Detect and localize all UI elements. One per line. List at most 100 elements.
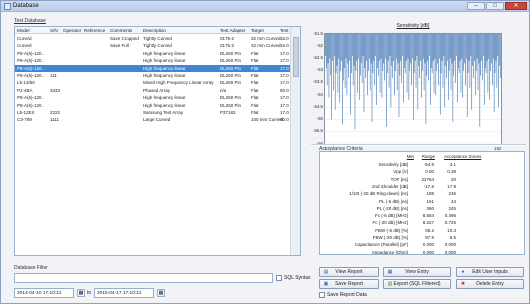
criteria-row: TOF [ns] 22764 20: [320, 176, 524, 183]
table-row[interactable]: P8-A(6)-120.. High frequency linear DL260 …: [15, 102, 291, 109]
criteria-row: Vpp [V] 0.00 0.38: [320, 168, 524, 175]
column-header[interactable]: Target: [251, 28, 264, 33]
date-from-field[interactable]: 2014-04-10 17:10:12: [14, 288, 74, 298]
sensitivity-bar: [377, 34, 379, 76]
sensitivity-bar: [470, 34, 472, 56]
table-cell: 2222: [50, 110, 61, 115]
save-icon: ▣: [323, 281, 329, 287]
table-row[interactable]: P8-A(6)-120.. High frequency linear DL260 …: [15, 57, 291, 64]
sensitivity-bar: [344, 34, 346, 88]
table-row[interactable]: C3-7IM 1111 Large Curved 100 mm Curved 60.0: [15, 116, 291, 123]
sensitivity-bar: [331, 34, 332, 120]
sensitivity-bar: [464, 34, 465, 64]
table-row[interactable]: P8-A(6)-120.. High frequency linear DL260 …: [15, 64, 291, 72]
sensitivity-bar: [390, 34, 392, 108]
criteria-min: 97.9: [425, 235, 434, 240]
export-sql-filtered-button[interactable]: ▥ Export (SQL Filtered): [383, 279, 451, 289]
edit-user-inputs-button[interactable]: ● Edit User Inputs: [456, 267, 524, 277]
column-header[interactable]: Reference: [84, 28, 105, 33]
table-row[interactable]: Curved Save Cropped Tightly Curved 0175-2 32…: [15, 35, 291, 42]
sensitivity-bar: [430, 34, 431, 105]
minimize-button[interactable]: –: [467, 2, 485, 10]
column-header[interactable]: Operator: [63, 28, 81, 33]
view-report-button[interactable]: ▤ View Report: [319, 267, 379, 277]
sql-syntax-checkbox[interactable]: [276, 275, 282, 281]
table-cell: 15.0: [280, 43, 289, 49]
save-report-button[interactable]: ▣ Save Report: [319, 279, 379, 289]
sensitivity-bar: [455, 34, 456, 83]
column-header[interactable]: Model: [17, 28, 30, 33]
scrollbar-thumb[interactable]: [293, 37, 299, 77]
sensitivity-bar: [403, 34, 404, 103]
table-cell: P8-A(6)-120..: [17, 50, 45, 56]
calendar-icon[interactable]: ▦: [77, 289, 85, 297]
table-cell: 17.0: [280, 65, 289, 71]
sensitivity-bar: [409, 34, 411, 71]
column-header[interactable]: Test Adapter: [220, 28, 246, 33]
sensitivity-bar: [499, 34, 500, 66]
sensitivity-bar: [342, 34, 343, 125]
y-tick-label: -55: [316, 116, 323, 122]
criteria-range: 246: [448, 191, 456, 197]
save-report-data-checkbox[interactable]: [319, 292, 325, 298]
table-cell: DL260 Pin: [220, 65, 242, 71]
table-scrollbar[interactable]: [290, 27, 300, 255]
table-row[interactable]: Curved Save Full Tightly Curved 0175-2 32 mm…: [15, 42, 291, 49]
sensitivity-bar: [352, 34, 354, 86]
sensitivity-bar: [449, 34, 451, 59]
column-header[interactable]: Comments: [110, 28, 132, 33]
table-cell: DL260 Pin: [220, 95, 242, 101]
table-row[interactable]: L5-12EX 2222 Samsung Test Array P37183 Flat 1…: [15, 109, 291, 116]
sensitivity-bar: [350, 34, 351, 115]
app-icon: [4, 3, 11, 10]
table-cell: 17.0: [280, 95, 289, 101]
table-row[interactable]: P2-4BA 3333 Phased Array n/a Flat 60.0: [15, 87, 291, 94]
sensitivity-bar: [457, 34, 458, 103]
view-entry-button[interactable]: ▦ View Entry: [383, 267, 451, 277]
table-cell: P2-4BA: [17, 87, 33, 93]
table-row[interactable]: L5-13/50 Mixed High Frequency Linear Arra…: [15, 79, 291, 86]
table-cell: Flat: [251, 65, 259, 71]
sensitivity-bar: [383, 34, 385, 64]
sensitivity-bar: [472, 34, 473, 66]
table-cell: 1111: [50, 117, 60, 123]
table-row[interactable]: P8-A(6)-120.. High frequency linear DL260 …: [15, 50, 291, 57]
sensitivity-bar: [441, 34, 443, 61]
table-cell: P8-A(6)-120..: [17, 102, 45, 108]
delete-entry-button[interactable]: ✖ Delete Entry: [456, 279, 524, 289]
filter-input[interactable]: [14, 273, 273, 283]
view-report-label: View Report: [335, 269, 363, 275]
sensitivity-bar: [371, 34, 373, 122]
close-button[interactable]: ✕: [505, 2, 527, 10]
table-cell: High frequency linear: [143, 65, 186, 71]
sensitivity-bar: [325, 34, 326, 56]
date-to-field[interactable]: 2015-04-17 17:10:12: [94, 288, 154, 298]
sensitivity-bar: [326, 34, 328, 86]
column-header[interactable]: Description: [143, 28, 166, 33]
sensitivity-bar: [485, 34, 487, 74]
y-tick-label: -54.5: [312, 103, 323, 109]
sensitivity-bar: [346, 34, 348, 96]
table-cell: Flat: [251, 95, 259, 101]
criteria-range: 3.1: [449, 162, 456, 167]
table-cell: 15.0: [280, 36, 289, 41]
sensitivity-bar: [429, 34, 430, 56]
table-row[interactable]: P8-A(6)-120.. 111 High frequency linear DL2…: [15, 72, 291, 79]
calendar-icon[interactable]: ▦: [157, 289, 165, 297]
sensitivity-bar: [369, 34, 371, 91]
maximize-button[interactable]: □: [486, 2, 504, 10]
sensitivity-bar: [492, 34, 493, 86]
table-cell: P8-A(6)-120..: [17, 95, 45, 101]
sensitivity-bar: [490, 34, 491, 71]
sensitivity-bar: [368, 34, 369, 71]
sensitivity-bar: [478, 34, 480, 64]
bar-series: [325, 33, 501, 145]
table-cell: 0175-2: [220, 36, 235, 41]
table-cell: Large Curved: [143, 117, 171, 123]
table-row[interactable]: P8-A(6)-120.. High frequency linear DL260 …: [15, 94, 291, 101]
criteria-row: 1/10t (-20 dB Ring-down) [ns] 188 246: [320, 190, 524, 197]
criteria-row: PL (-20 dB) [ns] 360 245: [320, 205, 524, 212]
test-database-table[interactable]: Model S/N Operator Reference Comments De…: [14, 26, 301, 256]
sensitivity-bar: [382, 34, 384, 71]
column-header[interactable]: S/N: [50, 28, 58, 33]
